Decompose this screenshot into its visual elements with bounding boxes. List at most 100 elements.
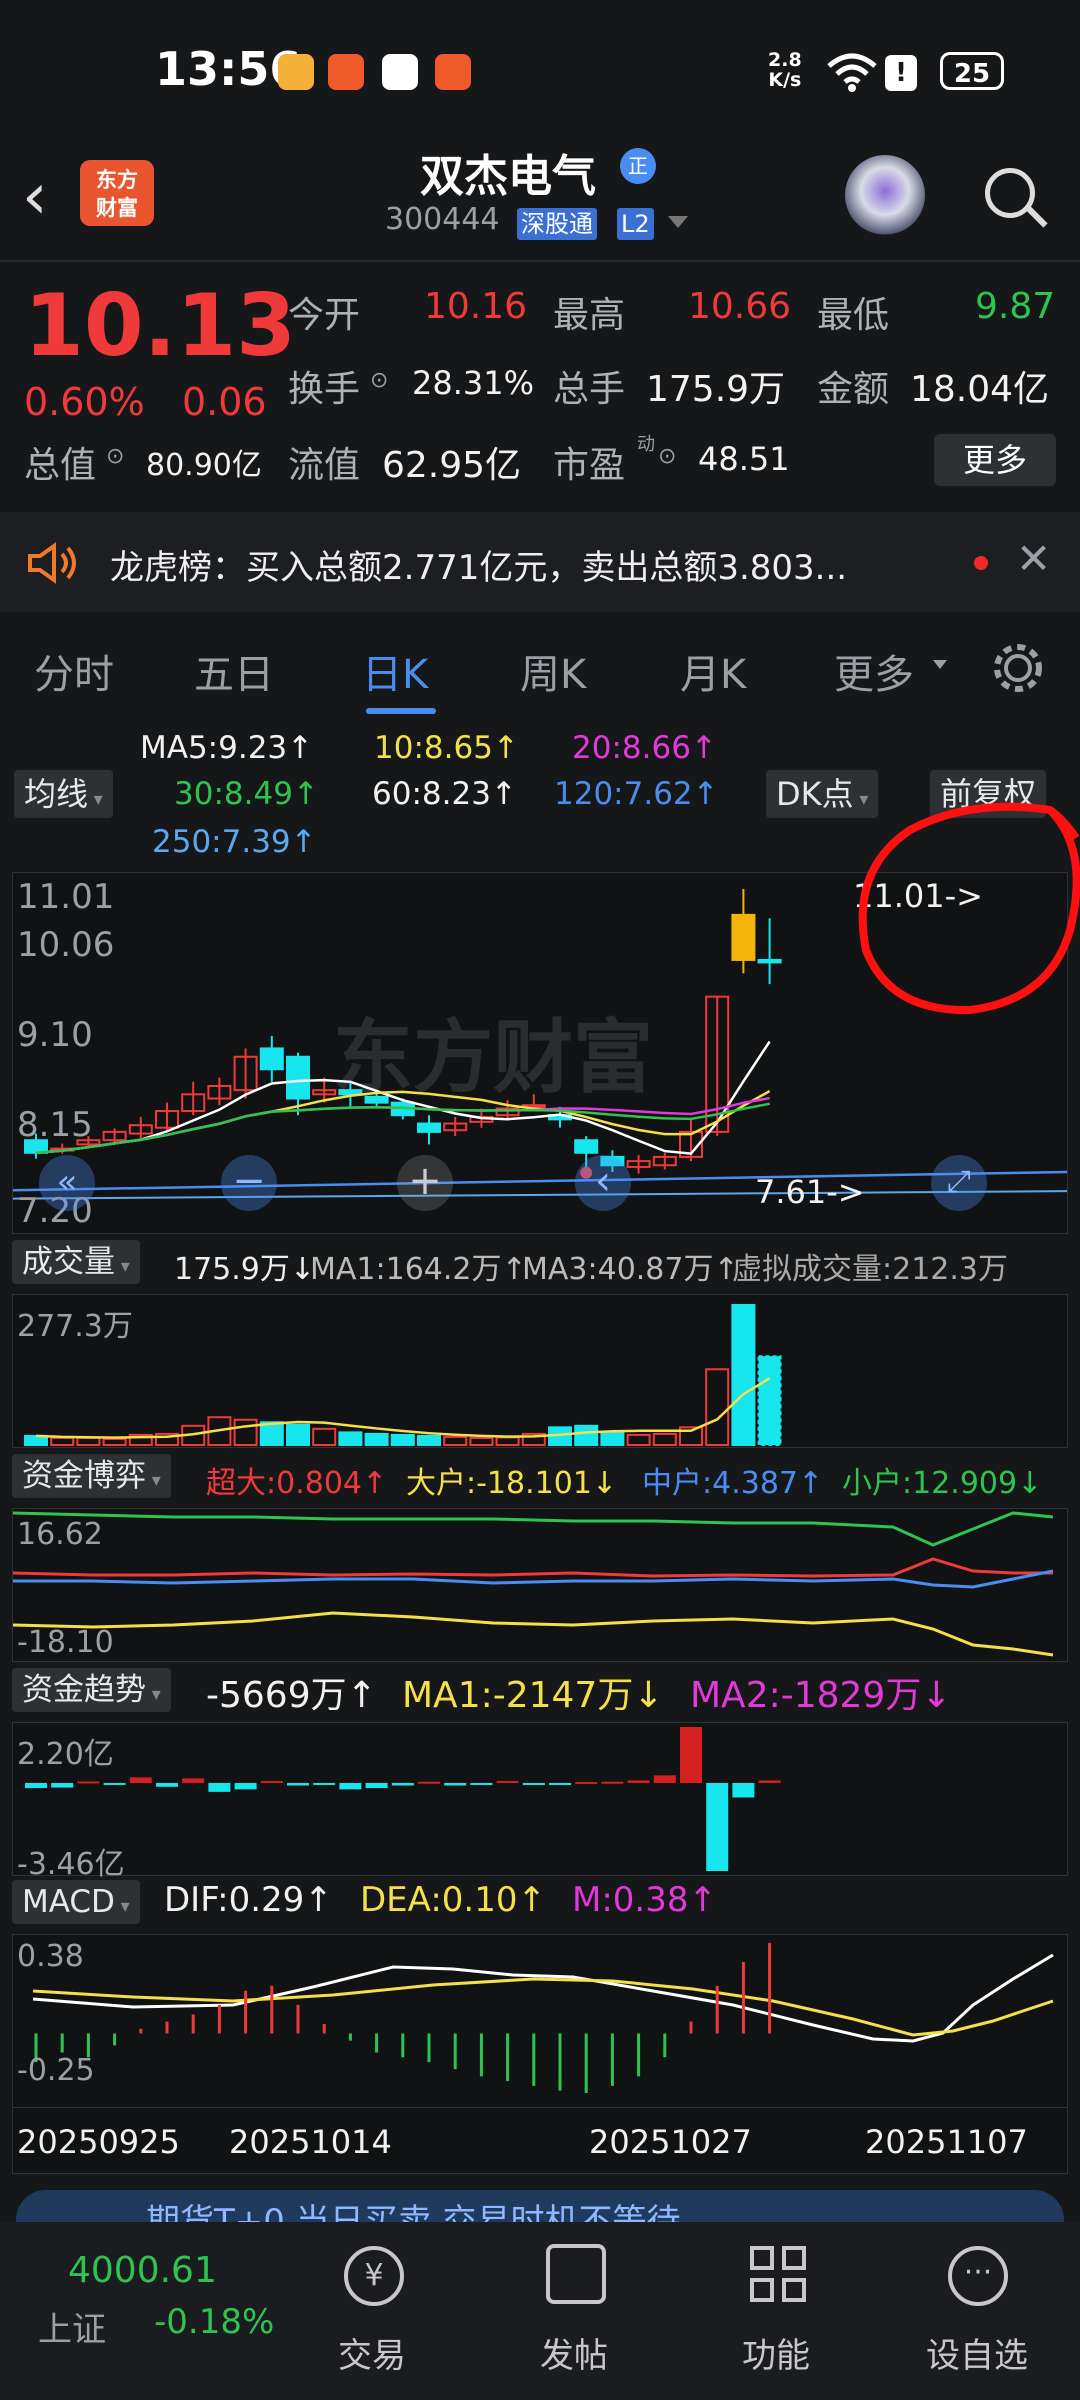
grid-icon	[750, 2246, 806, 2302]
volume-bar	[233, 1418, 258, 1447]
ma10-legend: 10:8.65↑	[374, 730, 519, 766]
zoom-out-icon[interactable]: −	[221, 1155, 277, 1211]
fund-game-chart[interactable]: 16.62 -18.10	[12, 1508, 1068, 1662]
nav-function[interactable]: 功能	[718, 2222, 838, 2400]
macd-y-top: 0.38	[17, 1939, 84, 1974]
app-icon	[328, 54, 364, 90]
fund-trend-bar	[339, 1782, 362, 1790]
macd-selector[interactable]: MACD ▾	[12, 1880, 140, 1924]
volume-bar	[600, 1430, 625, 1447]
volume-bar	[417, 1434, 441, 1446]
assistant-robot-icon[interactable]	[845, 155, 925, 235]
scroll-back-icon[interactable]: ‹	[575, 1155, 631, 1211]
candle-body	[364, 1095, 389, 1104]
volume-bar	[50, 1436, 75, 1446]
candle-body	[259, 1047, 284, 1071]
unread-dot	[974, 556, 988, 570]
nav-trade[interactable]: ¥ 交易	[314, 2222, 434, 2400]
volume-chart[interactable]: 277.3万	[12, 1294, 1068, 1448]
notice-text: 龙虎榜：买入总额2.771亿元，卖出总额3.803...	[110, 548, 848, 588]
macd-chart[interactable]: 0.38 -0.25 20250925 20251014 20251027 20…	[12, 1934, 1068, 2174]
fund-trend-bar	[732, 1782, 755, 1798]
ma5-legend: MA5:9.23↑	[140, 730, 314, 766]
fund-trend-bar	[25, 1782, 47, 1789]
tab-monthly-k[interactable]: 月K	[680, 642, 746, 700]
fund-trend-bar	[287, 1782, 309, 1786]
nav-watchlist[interactable]: ··· 设自选	[910, 2222, 1050, 2400]
nav-trade-label: 交易	[338, 2336, 406, 2376]
chevron-down-icon	[933, 660, 947, 669]
fund-game-selector[interactable]: 资金博弈 ▾	[12, 1454, 171, 1498]
ma5-line	[35, 1040, 771, 1155]
fund-trend-bar	[680, 1727, 702, 1783]
volume-bar	[76, 1436, 101, 1446]
network-speed: 2.8 K/s	[768, 49, 802, 91]
low-value: 9.87	[975, 286, 1056, 327]
fund-small-line	[13, 1511, 1054, 1547]
battery-icon: 25	[940, 52, 1004, 90]
fund-trend-ma1: MA1:-2147万↓	[402, 1675, 664, 1716]
status-bar: 13:56 2.8 K/s ! 25	[0, 0, 1080, 140]
active-tab-indicator	[366, 708, 436, 714]
x-tick: 20250925	[17, 2123, 180, 2161]
fund-trend-selector[interactable]: 资金趋势 ▾	[12, 1668, 171, 1712]
dropdown-arrow-icon[interactable]	[668, 216, 688, 228]
low-label: 最低	[817, 295, 890, 336]
notice-bar[interactable]: 龙虎榜：买入总额2.771亿元，卖出总额3.803... ✕	[0, 512, 1080, 612]
volume-ma3: MA3:40.87万↑	[522, 1252, 739, 1287]
y-label: 9.10	[17, 1015, 93, 1055]
tab-intraday[interactable]: 分时	[34, 642, 114, 700]
settings-gear-icon[interactable]	[990, 640, 1046, 696]
float-value: 62.95亿	[382, 445, 522, 486]
volume-bar	[469, 1436, 494, 1446]
close-icon[interactable]: ✕	[1016, 534, 1051, 583]
more-button[interactable]: 更多	[934, 434, 1056, 486]
fund-trend-bar	[103, 1782, 126, 1785]
volume-bar	[102, 1437, 127, 1446]
fund-trend-bar	[365, 1782, 388, 1789]
fund-trend-chart[interactable]: 2.20亿 -3.46亿	[12, 1722, 1068, 1882]
fund-trend-bar	[234, 1782, 257, 1790]
tab-daily-k[interactable]: 日K	[362, 642, 428, 700]
candle-body	[731, 913, 756, 961]
volume-bar	[495, 1436, 520, 1446]
scroll-left-icon[interactable]: «	[39, 1155, 95, 1211]
app-icon	[435, 54, 471, 90]
tab-more[interactable]: 更多	[834, 642, 914, 700]
info-icon[interactable]: ⊙	[106, 444, 124, 469]
fund-trend-bar	[522, 1782, 545, 1786]
alert-icon: !	[885, 55, 917, 91]
volume-bar	[338, 1431, 363, 1447]
volume-selector[interactable]: 成交量 ▾	[12, 1240, 140, 1284]
zoom-in-icon[interactable]: +	[397, 1155, 453, 1211]
macd-dif: DIF:0.29↑	[164, 1880, 333, 1920]
annotation-circle	[858, 802, 1080, 1015]
fullscreen-icon[interactable]: ⤢	[931, 1155, 987, 1211]
open-value: 10.16	[424, 286, 528, 327]
fund-super-large: 超大:0.804↑	[206, 1466, 388, 1501]
ma250-line	[13, 1190, 1067, 1200]
name-badge: 正	[620, 148, 656, 184]
back-arrow-icon[interactable]: ‹	[22, 160, 48, 234]
ma-selector[interactable]: 均线 ▾	[14, 770, 113, 818]
macd-plot	[32, 1943, 1054, 2093]
tab-weekly-k[interactable]: 周K	[520, 642, 586, 700]
y-label-high: 11.01	[17, 877, 115, 917]
quote-panel: 10.13 0.60% 0.06 今开 10.16 最高 10.66 最低 9.…	[0, 262, 1080, 510]
volume-value: 175.9万	[646, 369, 786, 410]
fund-trend-bar	[653, 1775, 676, 1783]
period-tabs: 分时 五日 日K 周K 月K 更多	[0, 614, 1080, 724]
info-icon[interactable]: ⊙	[658, 444, 676, 469]
speaker-icon	[28, 542, 76, 584]
fund-trend-bar	[496, 1780, 519, 1783]
candle-body	[417, 1122, 441, 1133]
volume-y-label: 277.3万	[17, 1309, 133, 1344]
nav-post[interactable]: 发帖	[516, 2222, 636, 2400]
float-label: 流值	[288, 445, 361, 486]
volume-bar	[312, 1427, 337, 1446]
info-icon[interactable]: ⊙	[370, 368, 388, 393]
volume-bar	[443, 1435, 468, 1446]
fund-trend-ma2: MA2:-1829万↓	[690, 1675, 952, 1716]
ma120-legend: 120:7.62↑	[554, 776, 719, 812]
tab-five-day[interactable]: 五日	[194, 642, 274, 700]
